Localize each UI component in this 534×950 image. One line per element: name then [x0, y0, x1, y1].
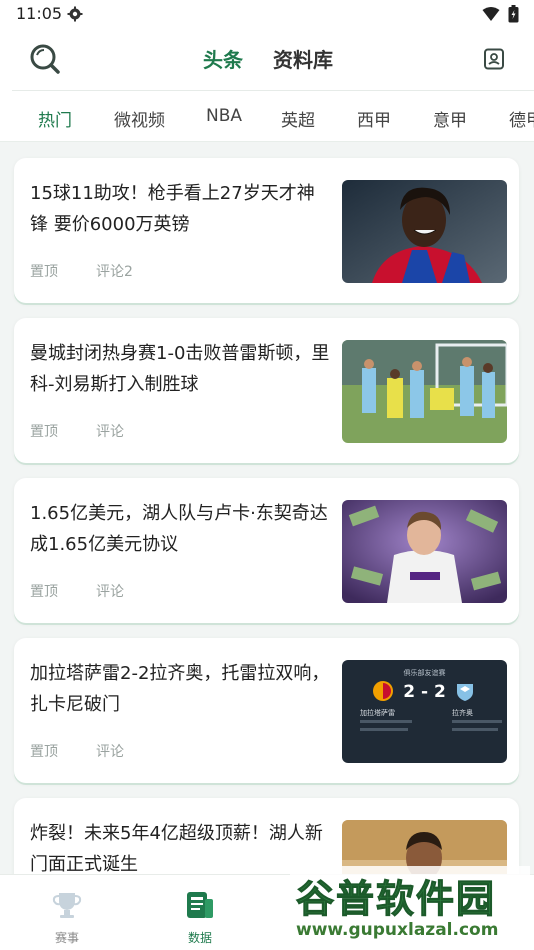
category-laliga[interactable]: 西甲 — [357, 106, 391, 131]
news-card[interactable]: 15球11助攻！枪手看上27岁天才神锋 要价6000万英镑 置顶 评论2 — [14, 158, 519, 303]
pin-label: 置顶 — [30, 264, 58, 280]
comment-label[interactable]: 评论2 — [96, 264, 133, 280]
nav-data[interactable]: 数据 — [170, 889, 230, 946]
score-graphic-thumbnail: 俱乐部友谊赛 2 - 2 加拉塔萨雷 拉齐奥 — [342, 660, 507, 763]
news-card[interactable]: 炸裂！未来5年4亿超级顶薪！湖人新门面正式诞生 — [14, 798, 519, 874]
news-meta: 置顶 评论 — [30, 421, 162, 441]
nav-events[interactable]: 赛事 — [37, 889, 97, 946]
lakers-player-thumbnail — [342, 500, 507, 603]
lazio-logo-icon — [457, 684, 473, 701]
scorer-line — [452, 728, 498, 731]
status-time: 11:05 — [16, 4, 63, 23]
category-seriea[interactable]: 意甲 — [433, 106, 467, 131]
news-title: 炸裂！未来5年4亿超级顶薪！湖人新门面正式诞生 — [30, 823, 323, 874]
scorer-line — [360, 728, 408, 731]
news-meta: 置顶 评论 — [30, 581, 162, 601]
home-team-name: 加拉塔萨雷 — [360, 709, 395, 717]
news-meta: 置顶 评论 — [30, 741, 162, 761]
away-team-name: 拉齐奥 — [452, 709, 473, 717]
nav-data-label: 数据 — [187, 931, 212, 945]
pin-label: 置顶 — [30, 744, 58, 760]
settings-gear-icon — [67, 6, 83, 22]
category-video[interactable]: 微视频 — [114, 106, 165, 131]
tab-headlines[interactable]: 头条 — [203, 44, 243, 73]
wifi-icon — [482, 7, 500, 21]
battery-icon — [508, 5, 519, 23]
comment-label[interactable]: 评论 — [96, 744, 124, 760]
watermark-url: www.gupuxlazal.com — [296, 920, 499, 940]
news-data-icon — [187, 892, 213, 918]
news-title: 1.65亿美元，湖人队与卢卡·东契奇达成1.65亿美元协议 — [30, 503, 328, 555]
match-photo-thumbnail — [342, 340, 507, 443]
news-feed: 15球11助攻！枪手看上27岁天才神锋 要价6000万英镑 置顶 评论2 曼城封闭… — [0, 142, 534, 874]
trophy-icon — [52, 893, 82, 918]
nav-events-label: 赛事 — [54, 931, 79, 945]
news-title: 加拉塔萨雷2-2拉齐奥，托雷拉双响，扎卡尼破门 — [30, 663, 330, 715]
score-graphic-header: 俱乐部友谊赛 — [403, 669, 446, 677]
news-meta: 置顶 评论2 — [30, 261, 171, 281]
profile-icon[interactable] — [483, 48, 505, 70]
pin-label: 置顶 — [30, 584, 58, 600]
news-title: 15球11助攻！枪手看上27岁天才神锋 要价6000万英镑 — [30, 183, 315, 235]
top-bar: 头条 资料库 — [0, 28, 534, 90]
watermark: 谷普软件园 www.gupuxlazal.com — [290, 866, 530, 944]
news-title: 曼城封闭热身赛1-0击败普雷斯顿，里科-刘易斯打入制胜球 — [30, 343, 330, 395]
tab-database[interactable]: 资料库 — [273, 44, 333, 73]
scorer-line — [360, 720, 412, 723]
pin-label: 置顶 — [30, 424, 58, 440]
player-photo-thumbnail — [342, 180, 507, 283]
divider — [12, 90, 534, 91]
search-icon[interactable] — [28, 42, 62, 76]
news-card[interactable]: 曼城封闭热身赛1-0击败普雷斯顿，里科-刘易斯打入制胜球 置顶 评论 — [14, 318, 519, 463]
news-card[interactable]: 1.65亿美元，湖人队与卢卡·东契奇达成1.65亿美元协议 置顶 评论 — [14, 478, 519, 623]
comment-label[interactable]: 评论 — [96, 424, 124, 440]
category-nba[interactable]: NBA — [206, 106, 242, 126]
watermark-brand: 谷普软件园 — [295, 877, 497, 922]
category-bundesliga[interactable]: 德甲 — [509, 106, 534, 131]
category-hot[interactable]: 热门 — [38, 106, 72, 131]
category-epl[interactable]: 英超 — [281, 106, 315, 131]
score-text: 2 - 2 — [403, 682, 446, 702]
scorer-line — [452, 720, 502, 723]
status-bar: 11:05 — [0, 0, 534, 28]
news-card[interactable]: 加拉塔萨雷2-2拉齐奥，托雷拉双响，扎卡尼破门 置顶 评论 俱乐部友谊赛 2 - … — [14, 638, 519, 783]
comment-label[interactable]: 评论 — [96, 584, 124, 600]
category-bar: 热门 微视频 NBA 英超 西甲 意甲 德甲 — [0, 90, 534, 142]
